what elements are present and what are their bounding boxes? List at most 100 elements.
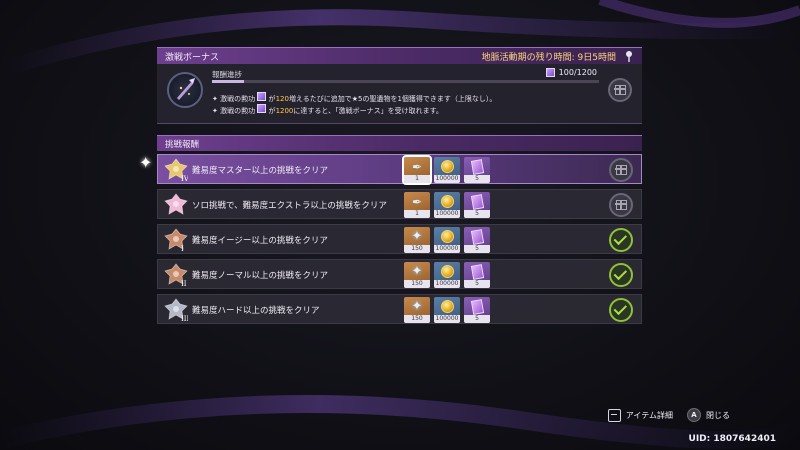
event-bonus-header: 激戦ボーナス 地脈活動期の残り時間: 9日5時間: [157, 47, 642, 64]
challenge-reward-row[interactable]: I 難易度イージー以上の挑戦をクリア ✦ 150 100000 5: [157, 224, 642, 254]
artifact-quill-icon: ✒: [411, 194, 423, 209]
close-hint[interactable]: A 閉じる: [687, 408, 730, 422]
challenge-reward-row[interactable]: II 難易度ノーマル以上の挑戦をクリア ✦ 150 100000 5: [157, 259, 642, 289]
claimed-status[interactable]: [609, 228, 633, 252]
a-button-icon: A: [687, 408, 701, 422]
challenge-text: ソロ挑戦で、難易度エクストラ以上の挑戦をクリア: [192, 201, 387, 211]
primogem-icon: ✦: [411, 264, 423, 279]
challenge-rewards-title: 挑戦報酬: [165, 139, 200, 150]
reward-item[interactable]: 5: [464, 157, 490, 183]
uid-label: UID: 1807642401: [688, 434, 776, 444]
reward-item[interactable]: 100000: [434, 227, 460, 253]
progress-label: 報酬進捗: [212, 70, 242, 79]
mora-coin-icon: [438, 229, 456, 244]
gift-icon: [614, 84, 626, 95]
reward-count: 5: [464, 245, 490, 253]
reward-count: 100000: [434, 245, 460, 253]
reward-count: 100000: [434, 280, 460, 288]
book-icon: [468, 193, 486, 210]
bonus-bullet: ✦ 激戦の勲功 が120増えるたびに追加で★5の聖遺物を1個獲得できます（上限な…: [212, 92, 496, 104]
book-icon: [468, 298, 486, 315]
reward-item[interactable]: ✦ 150: [404, 262, 430, 288]
event-bonus-box: 報酬進捗 100/1200 ✦ 激戦の勲功 が120増えるたびに追加で★5の聖遺…: [157, 64, 642, 124]
reward-count: 5: [464, 175, 490, 183]
challenge-panel: 激戦ボーナス 地脈活動期の残り時間: 9日5時間 報酬進捗 100/1200 ✦…: [157, 47, 642, 329]
pin-icon[interactable]: [624, 50, 634, 62]
bonus-claim-button[interactable]: [608, 78, 632, 102]
book-icon: [468, 158, 486, 175]
item-detail-hint[interactable]: アイテム詳細: [607, 408, 673, 422]
reward-count: 100000: [434, 175, 460, 183]
challenge-reward-row[interactable]: IV 難易度マスター以上の挑戦をクリア ✒ 1 100000 5: [157, 154, 642, 185]
reward-items: ✦ 150 100000 5: [404, 262, 490, 288]
time-remaining: 地脈活動期の残り時間: 9日5時間: [481, 52, 616, 63]
merit-gem-icon: [257, 92, 267, 101]
medal-rank: III: [181, 315, 188, 322]
reward-count: 5: [464, 280, 490, 288]
artifact-quill-icon: ✒: [411, 159, 423, 174]
reward-item[interactable]: 100000: [434, 297, 460, 323]
mora-coin-icon: [438, 194, 456, 209]
reward-count: 1: [404, 175, 430, 183]
reward-item[interactable]: ✦ 150: [404, 297, 430, 323]
difficulty-medal-icon: III: [164, 298, 188, 322]
reward-item[interactable]: 100000: [434, 192, 460, 218]
challenge-rewards-header: 挑戦報酬: [157, 135, 642, 151]
challenge-text: 難易度イージー以上の挑戦をクリア: [192, 236, 328, 246]
item-detail-icon: [607, 408, 621, 422]
reward-count: 100000: [434, 315, 460, 323]
reward-count: 150: [404, 315, 430, 323]
item-detail-label: アイテム詳細: [625, 410, 673, 420]
mora-coin-icon: [438, 299, 456, 314]
medal-rank: I: [181, 245, 184, 252]
reward-item[interactable]: 5: [464, 192, 490, 218]
gift-icon: [615, 164, 627, 175]
reward-count: 150: [404, 280, 430, 288]
challenge-reward-row[interactable]: III 難易度ハード以上の挑戦をクリア ✦ 150 100000 5: [157, 294, 642, 324]
reward-items: ✒ 1 100000 5: [402, 155, 490, 185]
reward-item[interactable]: ✦ 150: [404, 227, 430, 253]
primogem-icon: ✦: [411, 299, 423, 314]
medal-rank: II: [181, 280, 187, 287]
progress-value: 100/1200: [545, 68, 597, 77]
difficulty-medal-icon: I: [164, 228, 188, 252]
reward-item[interactable]: 100000: [434, 157, 460, 183]
reward-item[interactable]: 5: [464, 262, 490, 288]
primogem-icon: ✦: [411, 229, 423, 244]
medal-rank: IV: [181, 175, 188, 182]
challenge-text: 難易度ハード以上の挑戦をクリア: [192, 306, 320, 316]
challenge-reward-list: IV 難易度マスター以上の挑戦をクリア ✒ 1 100000 5 ソロ挑戦で、難易度エクスト…: [157, 154, 642, 324]
selection-cursor-icon: ✦: [139, 153, 153, 172]
checkmark-icon: [613, 231, 628, 245]
book-icon: [468, 263, 486, 280]
reward-items: ✒ 1 100000 5: [404, 192, 490, 218]
progress-bar: [212, 80, 599, 83]
reward-count: 150: [404, 245, 430, 253]
event-bonus-title: 激戦ボーナス: [165, 52, 220, 63]
gift-icon: [615, 199, 627, 210]
reward-item[interactable]: ✒ 1: [404, 192, 430, 218]
star-compass-icon: [167, 72, 203, 108]
challenge-text: 難易度ノーマル以上の挑戦をクリア: [192, 271, 329, 281]
footer-hints: アイテム詳細 A 閉じる: [607, 408, 730, 422]
difficulty-medal-icon: IV: [164, 158, 188, 182]
reward-count: 1: [404, 210, 430, 218]
claim-reward-button[interactable]: [609, 158, 633, 182]
reward-item[interactable]: 100000: [434, 262, 460, 288]
claim-reward-button[interactable]: [609, 193, 633, 217]
book-icon: [468, 228, 486, 245]
checkmark-icon: [613, 301, 628, 315]
bonus-bullet: ✦ 激戦の勲功 が1200に達すると、「激戦ボーナス」を受け取れます。: [212, 104, 443, 116]
reward-item[interactable]: ✒ 1: [402, 155, 432, 185]
claimed-status[interactable]: [609, 298, 633, 322]
reward-item[interactable]: 5: [464, 297, 490, 323]
reward-count: 100000: [434, 210, 460, 218]
difficulty-medal-icon: [164, 193, 188, 215]
merit-gem-icon: [545, 68, 555, 77]
reward-count: 5: [464, 315, 490, 323]
challenge-text: 難易度マスター以上の挑戦をクリア: [192, 166, 329, 176]
progress-value-text: 100/1200: [558, 68, 597, 77]
reward-item[interactable]: 5: [464, 227, 490, 253]
claimed-status[interactable]: [609, 263, 633, 287]
challenge-reward-row[interactable]: ソロ挑戦で、難易度エクストラ以上の挑戦をクリア ✒ 1 100000 5: [157, 189, 642, 219]
